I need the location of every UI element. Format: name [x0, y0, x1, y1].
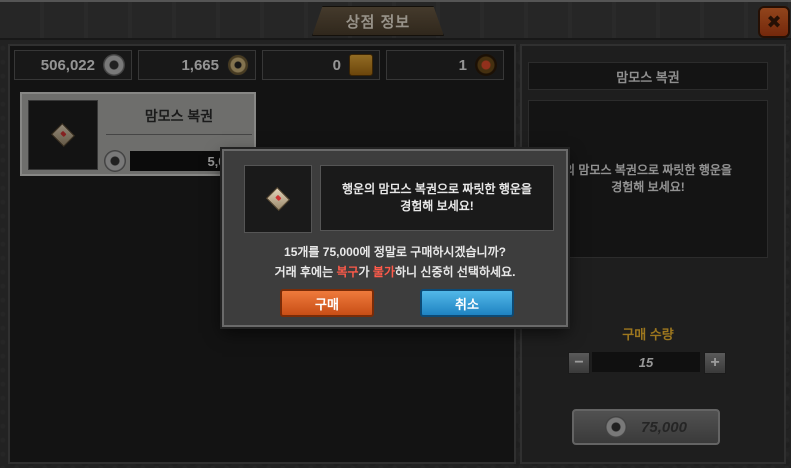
dialog-message-line1: 행운의 맘모스 복권으로 짜릿한 행운을 [342, 182, 532, 196]
dialog-warning-red2: 불가 [372, 265, 396, 279]
cancel-button[interactable]: 취소 [420, 289, 514, 317]
ticket-icon [265, 186, 291, 212]
shop-window: 상점 정보 ✖ 506,022 1,665 0 1 맘모스 복권 5,000 맘… [0, 0, 791, 468]
purchase-confirm-dialog: 행운의 맘모스 복권으로 짜릿한 행운을 경험해 보세요! 15개를 75,00… [222, 149, 568, 327]
dialog-message-line2: 경험해 보세요! [400, 199, 474, 213]
dialog-warning-red1: 복구 [336, 265, 359, 279]
dialog-question: 15개를 75,000에 정말로 구매하시겠습니까? [284, 245, 506, 259]
dialog-warning-prefix: 거래 후에는 [274, 265, 337, 279]
dialog-warning: 거래 후에는 복구가 불가하니 신중히 선택하세요. [224, 263, 566, 280]
dialog-item-message: 행운의 맘모스 복권으로 짜릿한 행운을 경험해 보세요! [320, 165, 554, 231]
dialog-warning-mid: 가 [358, 265, 373, 279]
dialog-item-thumbnail [244, 165, 312, 233]
dialog-warning-suffix: 하니 신중히 선택하세요. [395, 265, 516, 279]
confirm-buy-button[interactable]: 구매 [280, 289, 374, 317]
